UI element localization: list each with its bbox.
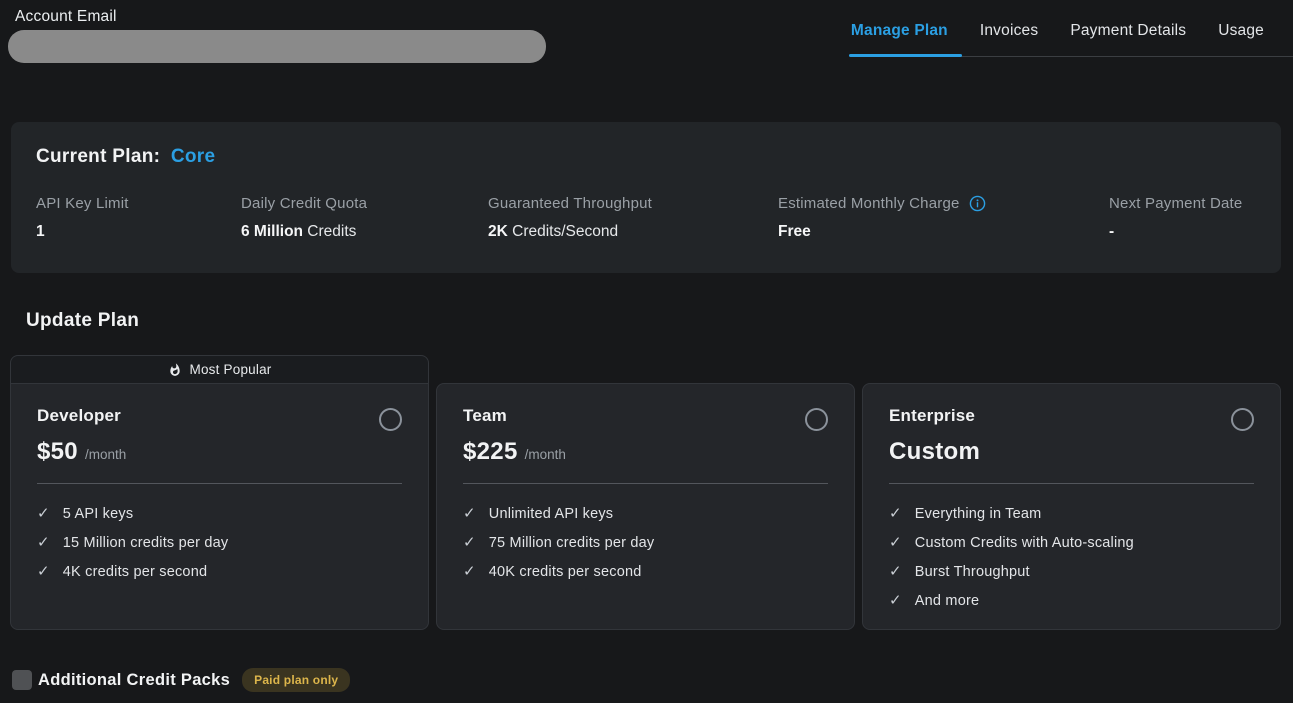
plan-feature: ✓Unlimited API keys [463, 499, 828, 528]
plan-feature: ✓75 Million credits per day [463, 528, 828, 557]
plan-features: ✓Unlimited API keys ✓75 Million credits … [463, 499, 828, 586]
check-icon: ✓ [463, 506, 476, 521]
account-email-block: Account Email [14, 8, 554, 63]
tab-payment-details[interactable]: Payment Details [1070, 22, 1186, 57]
plan-price: $225 [463, 438, 518, 466]
additional-credit-packs-checkbox[interactable] [12, 670, 32, 690]
plan-card-enterprise[interactable]: Enterprise Custom ✓Everything in Team ✓C… [862, 383, 1281, 630]
top-bar: Account Email Manage Plan Invoices Payme… [0, 0, 1293, 63]
plan-period: /month [85, 447, 126, 462]
most-popular-label: Most Popular [190, 362, 272, 377]
plan-column-enterprise: Enterprise Custom ✓Everything in Team ✓C… [862, 383, 1281, 630]
plans-grid: Most Popular Developer $50 /month ✓5 API… [10, 355, 1281, 630]
most-popular-band: Most Popular [10, 355, 429, 383]
plan-radio-team[interactable] [805, 408, 828, 431]
info-icon[interactable] [969, 195, 986, 212]
plan-column-team: Team $225 /month ✓Unlimited API keys ✓75… [436, 383, 855, 630]
check-icon: ✓ [889, 535, 902, 550]
check-icon: ✓ [37, 535, 50, 550]
plan-feature: ✓4K credits per second [37, 557, 402, 586]
plan-feature: ✓Everything in Team [889, 499, 1254, 528]
plan-column-developer: Most Popular Developer $50 /month ✓5 API… [10, 355, 429, 630]
additional-credit-packs-row: Additional Credit Packs Paid plan only [12, 668, 1293, 692]
plan-radio-developer[interactable] [379, 408, 402, 431]
plan-features: ✓Everything in Team ✓Custom Credits with… [889, 499, 1254, 615]
plan-feature: ✓Burst Throughput [889, 557, 1254, 586]
plan-price: $50 [37, 438, 78, 466]
stat-daily-credit-quota: Daily Credit Quota 6 Million Credits [241, 195, 488, 241]
stat-next-payment-date: Next Payment Date - [1109, 195, 1256, 241]
tab-manage-plan[interactable]: Manage Plan [851, 22, 948, 57]
plan-feature: ✓Custom Credits with Auto-scaling [889, 528, 1254, 557]
update-plan-title: Update Plan [26, 310, 1293, 332]
plan-radio-enterprise[interactable] [1231, 408, 1254, 431]
check-icon: ✓ [889, 593, 902, 608]
stat-estimated-monthly-charge: Estimated Monthly Charge Free [778, 195, 1109, 241]
plan-feature: ✓15 Million credits per day [37, 528, 402, 557]
plan-card-team[interactable]: Team $225 /month ✓Unlimited API keys ✓75… [436, 383, 855, 630]
account-email-label: Account Email [15, 8, 554, 26]
current-plan-title: Current Plan: Core [36, 146, 1256, 168]
tab-usage[interactable]: Usage [1218, 22, 1264, 57]
plan-name: Team [463, 406, 507, 426]
current-plan-name: Core [171, 146, 216, 167]
account-email-input[interactable] [8, 30, 546, 63]
plan-features: ✓5 API keys ✓15 Million credits per day … [37, 499, 402, 586]
billing-tabs: Manage Plan Invoices Payment Details Usa… [851, 8, 1293, 57]
plan-feature: ✓5 API keys [37, 499, 402, 528]
tab-invoices[interactable]: Invoices [980, 22, 1038, 57]
plan-period: /month [525, 447, 566, 462]
current-plan-card: Current Plan: Core API Key Limit 1 Daily… [11, 122, 1281, 273]
stat-guaranteed-throughput: Guaranteed Throughput 2K Credits/Second [488, 195, 778, 241]
check-icon: ✓ [463, 564, 476, 579]
paid-plan-only-badge: Paid plan only [242, 668, 350, 692]
check-icon: ✓ [889, 564, 902, 579]
additional-credit-packs-label: Additional Credit Packs [38, 671, 230, 690]
flame-icon [168, 363, 182, 377]
current-plan-stats: API Key Limit 1 Daily Credit Quota 6 Mil… [36, 195, 1256, 241]
plan-name: Enterprise [889, 406, 975, 426]
current-plan-title-prefix: Current Plan: [36, 146, 160, 167]
check-icon: ✓ [37, 564, 50, 579]
stat-api-key-limit: API Key Limit 1 [36, 195, 241, 241]
plan-feature: ✓And more [889, 586, 1254, 615]
plan-price: Custom [889, 438, 980, 466]
plan-card-developer[interactable]: Developer $50 /month ✓5 API keys ✓15 Mil… [10, 383, 429, 630]
check-icon: ✓ [37, 506, 50, 521]
plan-name: Developer [37, 406, 121, 426]
check-icon: ✓ [889, 506, 902, 521]
divider [37, 483, 402, 484]
plan-feature: ✓40K credits per second [463, 557, 828, 586]
check-icon: ✓ [463, 535, 476, 550]
divider [463, 483, 828, 484]
divider [889, 483, 1254, 484]
